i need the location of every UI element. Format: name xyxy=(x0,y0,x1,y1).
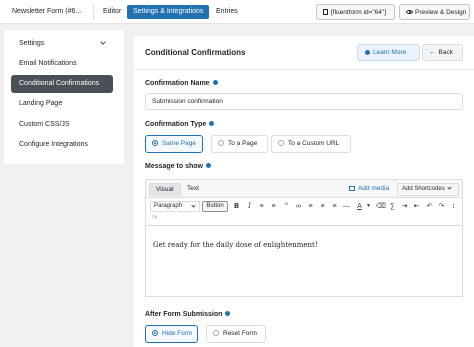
align-right-icon[interactable]: ≡ xyxy=(330,201,339,212)
bullet-list-icon[interactable]: ≡ xyxy=(257,201,266,212)
radio-icon xyxy=(213,330,219,336)
sidebar-item-label: Email Notifications xyxy=(19,60,77,67)
numbered-list-icon[interactable]: ≡ xyxy=(269,201,278,212)
preview-design-button[interactable]: Preview & Design xyxy=(399,4,470,20)
text-color-icon[interactable]: A xyxy=(355,201,364,212)
top-bar: Newsletter Form (#6... Editor Settings &… xyxy=(0,0,474,24)
align-left-icon[interactable]: ≡ xyxy=(306,201,315,212)
undo-icon[interactable]: ↶ xyxy=(425,201,434,212)
confirmation-panel: Conditional Confirmations Learn More ← Ba… xyxy=(134,36,474,347)
nav-settings-integrations[interactable]: Settings & Integrations xyxy=(127,5,210,19)
editor-tab-bar: Visual Text Add media Add Shortcodes xyxy=(146,180,462,198)
settings-sidebar: Settings Email Notifications Conditional… xyxy=(4,30,124,164)
sidebar-item-landing-page[interactable]: Landing Page xyxy=(11,95,113,113)
label-text: After Form Submission xyxy=(145,311,223,318)
radio-label: To a Custom URL xyxy=(288,140,340,147)
confirmation-name-input[interactable]: Submission confirmation xyxy=(145,93,463,110)
sidebar-item-label: Custom CSS/JS xyxy=(19,121,70,128)
format-select-value: Paragraph xyxy=(154,203,183,209)
bold-icon[interactable]: B xyxy=(232,201,241,212)
divider xyxy=(93,4,94,20)
sidebar-item-label: Landing Page xyxy=(19,100,63,107)
chevron-down-icon xyxy=(447,185,452,190)
info-icon xyxy=(205,163,211,168)
radio-icon xyxy=(218,140,224,146)
add-media-button[interactable]: Add media xyxy=(346,183,392,196)
sidebar-item-configure-integrations[interactable]: Configure Integrations xyxy=(11,136,113,154)
sidebar-item-label: Settings xyxy=(19,40,45,47)
add-media-label: Add media xyxy=(358,185,390,192)
info-circle-icon xyxy=(365,49,370,55)
radio-to-a-page[interactable]: To a Page xyxy=(211,135,268,153)
clear-format-icon[interactable]: ⌫ xyxy=(376,201,386,212)
panel-header: Conditional Confirmations Learn More ← Ba… xyxy=(134,36,474,70)
fullscreen-icon[interactable]: ↕ xyxy=(449,201,458,212)
radio-same-page[interactable]: Same Page xyxy=(145,135,203,153)
confirmation-type-label: Confirmation Type xyxy=(145,121,215,128)
preview-label: Preview & Design xyxy=(415,9,467,16)
arrow-left-icon: ← xyxy=(429,49,436,56)
learn-more-label: Learn More xyxy=(373,49,407,56)
sidebar-item-settings[interactable]: Settings xyxy=(11,35,113,53)
form-title[interactable]: Newsletter Form (#6... xyxy=(12,8,81,15)
add-shortcodes-dropdown[interactable]: Add Shortcodes xyxy=(397,183,459,196)
message-label: Message to show xyxy=(145,163,211,170)
remove-format-icon[interactable]: ↷ xyxy=(150,213,159,224)
radio-to-a-custom-url[interactable]: To a Custom URL xyxy=(271,135,351,153)
radio-label: Reset Form xyxy=(223,330,257,337)
radio-label: To a Page xyxy=(228,140,258,147)
editor-content[interactable]: Get ready for the daily dose of enlighte… xyxy=(153,241,318,249)
after-submission-label: After Form Submission xyxy=(145,311,231,318)
sidebar-item-conditional-confirmations[interactable]: Conditional Confirmations xyxy=(11,75,113,93)
back-label: Back xyxy=(438,49,453,56)
label-text: Message to show xyxy=(145,163,203,170)
add-shortcodes-label: Add Shortcodes xyxy=(402,186,445,192)
chevron-down-icon xyxy=(100,39,106,45)
tab-visual[interactable]: Visual xyxy=(149,183,181,196)
outdent-icon[interactable]: ⇤ xyxy=(412,201,421,212)
format-select[interactable]: Paragraph xyxy=(150,201,200,212)
sidebar-item-label: Conditional Confirmations xyxy=(19,80,100,87)
radio-label: Hide Form xyxy=(162,330,193,337)
info-icon xyxy=(212,80,218,85)
horizontal-rule-icon[interactable]: — xyxy=(342,201,351,212)
indent-icon[interactable]: ⇥ xyxy=(400,201,409,212)
copy-icon xyxy=(323,9,328,15)
radio-icon xyxy=(278,140,284,146)
editor-toolbar: Paragraph Button B I ≡ ≡ “ ∞ ≡ ≡ ≡ — A ▼… xyxy=(146,198,462,226)
media-icon xyxy=(349,185,355,191)
info-icon xyxy=(209,121,215,126)
text-color-dropdown-icon[interactable]: ▼ xyxy=(364,201,373,212)
message-editor: Visual Text Add media Add Shortcodes Par… xyxy=(145,179,463,297)
blockquote-icon[interactable]: “ xyxy=(282,201,291,212)
sidebar-item-custom-css-js[interactable]: Custom CSS/JS xyxy=(11,116,113,134)
radio-selected-icon xyxy=(152,140,158,146)
page-title: Conditional Confirmations xyxy=(145,48,246,57)
redo-icon[interactable]: ↷ xyxy=(437,201,446,212)
align-center-icon[interactable]: ≡ xyxy=(318,201,327,212)
chevron-down-icon xyxy=(191,203,196,208)
shortcode-copy-button[interactable]: [fluentform id="64"] xyxy=(316,4,395,20)
italic-icon[interactable]: I xyxy=(245,201,254,212)
nav-editor[interactable]: Editor xyxy=(103,8,121,15)
label-text: Confirmation Name xyxy=(145,80,210,87)
sidebar-item-email-notifications[interactable]: Email Notifications xyxy=(11,55,113,73)
back-button[interactable]: ← Back xyxy=(422,44,463,61)
eye-icon xyxy=(406,10,413,14)
radio-label: Same Page xyxy=(162,140,196,147)
paste-text-icon[interactable]: ∑ xyxy=(388,201,397,212)
confirmation-name-label: Confirmation Name xyxy=(145,80,218,87)
label-text: Confirmation Type xyxy=(145,121,207,128)
insert-button-button[interactable]: Button xyxy=(202,201,228,212)
link-icon[interactable]: ∞ xyxy=(294,201,303,212)
radio-reset-form[interactable]: Reset Form xyxy=(206,325,266,343)
nav-entries[interactable]: Entries xyxy=(216,8,238,15)
info-icon xyxy=(225,311,231,316)
radio-selected-icon xyxy=(152,330,158,336)
radio-hide-form[interactable]: Hide Form xyxy=(145,325,198,343)
sidebar-item-label: Configure Integrations xyxy=(19,141,88,148)
learn-more-button[interactable]: Learn More xyxy=(357,44,420,61)
shortcode-text: [fluentform id="64"] xyxy=(331,9,387,16)
tab-text[interactable]: Text xyxy=(181,183,205,196)
